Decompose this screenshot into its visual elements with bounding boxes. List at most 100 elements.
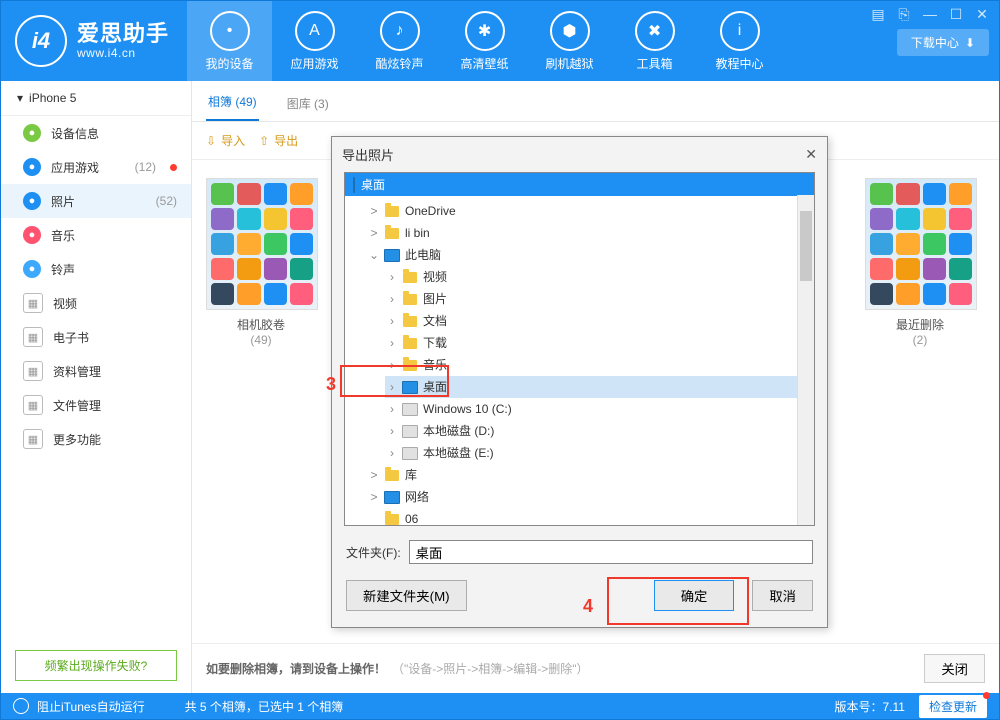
export-icon: ⇧ (259, 134, 269, 148)
help-link[interactable]: 频繁出现操作失败? (15, 650, 177, 681)
shirt-icon[interactable]: ⎘ (897, 7, 911, 21)
dialog-close-icon[interactable]: ✕ (805, 146, 817, 163)
badge-dot (170, 164, 177, 171)
logo-icon: i4 (15, 15, 67, 67)
nav-tutorial[interactable]: i教程中心 (697, 1, 782, 81)
sidebar-item-apps[interactable]: ●应用游戏(12) (1, 150, 191, 184)
status-bar: 阻止iTunes自动运行 共 5 个相簿，已选中 1 个相簿 版本号：7.11 … (1, 693, 999, 719)
version-text: 版本号：7.11 (835, 698, 905, 715)
tab-0[interactable]: 相簿 (49) (206, 83, 259, 121)
itunes-block-label[interactable]: 阻止iTunes自动运行 (37, 698, 145, 715)
annotation-3: 3 (326, 374, 336, 395)
hint-path: （"设备->照片->相簿->编辑->删除"） (392, 660, 589, 677)
folder-field-label: 文件夹(F): (346, 544, 401, 561)
dialog-title: 导出照片 (342, 145, 394, 164)
nav-wallpapers[interactable]: ✱高清壁纸 (442, 1, 527, 81)
download-icon: ⬇ (965, 36, 975, 50)
album-1[interactable]: 最近删除(2) (865, 178, 975, 625)
tree-node-pc[interactable]: ⌄此电脑 (367, 244, 814, 266)
tabs: 相簿 (49) 图库 (3) (192, 81, 999, 122)
tree-node[interactable]: >OneDrive (367, 200, 814, 222)
sidebar-item-file[interactable]: ▦文件管理 (1, 388, 191, 422)
ring-icon: ● (23, 260, 41, 278)
photos-icon: ● (23, 192, 41, 210)
folder-path-input[interactable] (409, 540, 813, 564)
ebook-icon: ▦ (23, 327, 43, 347)
flash-icon: ⬢ (550, 11, 590, 51)
tab-1[interactable]: 图库 (3) (285, 85, 331, 121)
tree-node[interactable]: ›本地磁盘 (E:) (385, 442, 814, 464)
cancel-button[interactable]: 取消 (752, 580, 813, 611)
apps-icon: ● (23, 158, 41, 176)
album-0[interactable]: 相机胶卷(49) (206, 178, 316, 625)
itunes-block-icon[interactable] (13, 698, 29, 714)
download-center-button[interactable]: 下载中心 ⬇ (897, 29, 989, 56)
clothes-icon[interactable]: ▤ (871, 7, 885, 21)
tree-node[interactable]: ›图片 (385, 288, 814, 310)
tree-root[interactable]: 桌面 (345, 173, 814, 196)
tree-node[interactable]: 06 (367, 508, 814, 526)
nav-ringtones[interactable]: ♪酷炫铃声 (357, 1, 442, 81)
hint-text: 如要删除相簿，请到设备上操作！ (206, 660, 386, 677)
sidebar-item-ring[interactable]: ●铃声 (1, 252, 191, 286)
brand: i4 爱思助手 www.i4.cn (1, 1, 187, 81)
import-button[interactable]: ⇩导入 (206, 132, 245, 149)
annotation-4-box (607, 577, 749, 625)
status-summary: 共 5 个相簿，已选中 1 个相簿 (185, 698, 344, 715)
device-icon: • (210, 11, 250, 51)
file-icon: ▦ (23, 395, 43, 415)
ringtones-icon: ♪ (380, 11, 420, 51)
tree-node[interactable]: ›下载 (385, 332, 814, 354)
sidebar-item-info[interactable]: ●设备信息 (1, 116, 191, 150)
brand-title: 爱思助手 (77, 22, 169, 46)
new-folder-button[interactable]: 新建文件夹(M) (346, 580, 467, 611)
close-window-icon[interactable]: ✕ (975, 7, 989, 21)
wallpapers-icon: ✱ (465, 11, 505, 51)
nav-apps[interactable]: A应用游戏 (272, 1, 357, 81)
tree-node[interactable]: ›桌面 (385, 376, 814, 398)
nav-device[interactable]: •我的设备 (187, 1, 272, 81)
brand-url: www.i4.cn (77, 47, 169, 60)
top-nav: •我的设备A应用游戏♪酷炫铃声✱高清壁纸⬢刷机越狱✖工具箱i教程中心 (187, 1, 854, 81)
tree-node[interactable]: ›本地磁盘 (D:) (385, 420, 814, 442)
sidebar-item-photos[interactable]: ●照片(52) (1, 184, 191, 218)
tree-node[interactable]: >库 (367, 464, 814, 486)
data-icon: ▦ (23, 361, 43, 381)
tools-icon: ✖ (635, 11, 675, 51)
tree-node[interactable]: >网络 (367, 486, 814, 508)
tree-node[interactable]: >li bin (367, 222, 814, 244)
sidebar-item-data[interactable]: ▦资料管理 (1, 354, 191, 388)
music-icon: ● (23, 226, 41, 244)
check-update-button[interactable]: 检查更新 (919, 695, 987, 718)
tree-node[interactable]: ›Windows 10 (C:) (385, 398, 814, 420)
sidebar-item-video[interactable]: ▦视频 (1, 286, 191, 320)
nav-tools[interactable]: ✖工具箱 (612, 1, 697, 81)
info-icon: ● (23, 124, 41, 142)
export-button[interactable]: ⇧导出 (259, 132, 298, 149)
sidebar-item-music[interactable]: ●音乐 (1, 218, 191, 252)
more-icon: ▦ (23, 429, 43, 449)
nav-flash[interactable]: ⬢刷机越狱 (527, 1, 612, 81)
sidebar-item-ebook[interactable]: ▦电子书 (1, 320, 191, 354)
video-icon: ▦ (23, 293, 43, 313)
album-thumb (865, 178, 977, 310)
app-header: i4 爱思助手 www.i4.cn •我的设备A应用游戏♪酷炫铃声✱高清壁纸⬢刷… (1, 1, 999, 81)
tree-node[interactable]: ›视频 (385, 266, 814, 288)
annotation-4: 4 (583, 596, 593, 617)
import-icon: ⇩ (206, 134, 216, 148)
sidebar-item-more[interactable]: ▦更多功能 (1, 422, 191, 456)
tree-node[interactable]: ›音乐 (385, 354, 814, 376)
minimize-icon[interactable]: — (923, 7, 937, 21)
apps-icon: A (295, 11, 335, 51)
sidebar: ▾ iPhone 5 ●设备信息●应用游戏(12)●照片(52)●音乐●铃声▦视… (1, 81, 192, 693)
device-selector[interactable]: ▾ iPhone 5 (1, 81, 191, 116)
device-name: iPhone 5 (29, 91, 76, 105)
tutorial-icon: i (720, 11, 760, 51)
hint-bar: 如要删除相簿，请到设备上操作！ （"设备->照片->相簿->编辑->删除"） 关… (192, 643, 999, 693)
tree-node[interactable]: ›文档 (385, 310, 814, 332)
close-hint-button[interactable]: 关闭 (924, 654, 985, 683)
scrollbar[interactable] (797, 195, 814, 525)
annotation-3-box (340, 365, 449, 397)
chevron-down-icon: ▾ (17, 91, 23, 105)
maximize-icon[interactable]: ☐ (949, 7, 963, 21)
